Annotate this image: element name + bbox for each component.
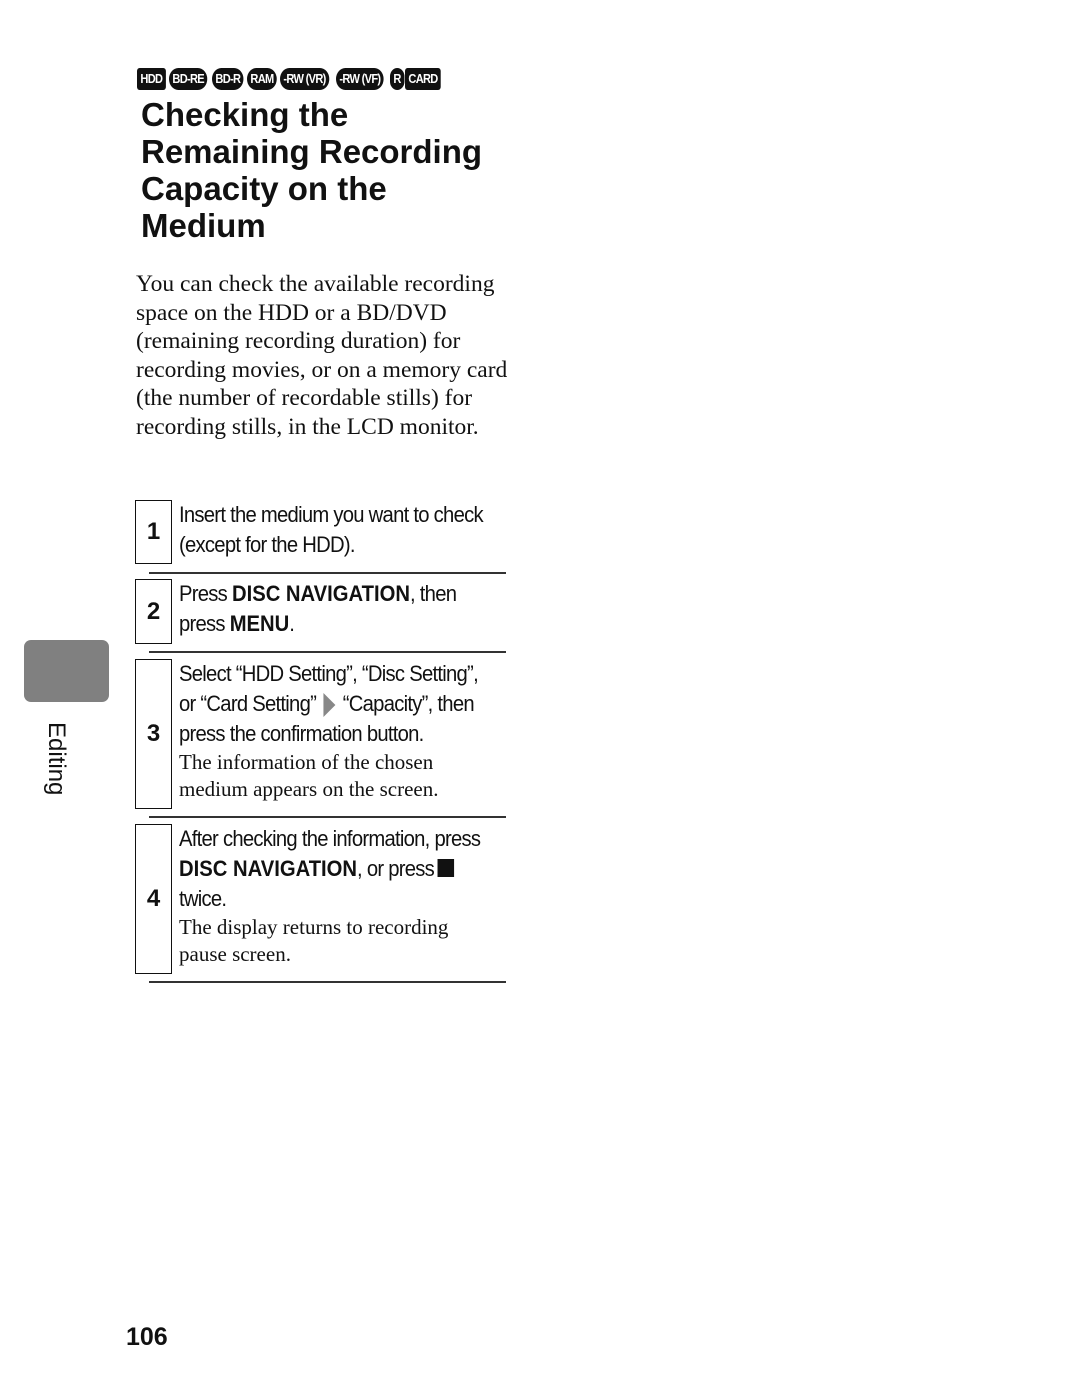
section-tab bbox=[24, 640, 109, 702]
text: , or press bbox=[357, 856, 435, 881]
step-instruction: press MENU. bbox=[179, 609, 483, 639]
step-body: Press DISC NAVIGATION, then press MENU. bbox=[179, 579, 509, 639]
title-line: Capacity on the bbox=[141, 170, 387, 207]
step-note: The information of the chosen medium app… bbox=[179, 750, 439, 801]
step-instruction: Insert the medium you want to check bbox=[179, 502, 484, 527]
step-instruction: DISC NAVIGATION, or press bbox=[179, 854, 483, 884]
text: . bbox=[289, 611, 295, 636]
step-instruction: After checking the information, press bbox=[179, 826, 481, 851]
step-number: 2 bbox=[135, 579, 172, 644]
title-line: Medium bbox=[141, 207, 266, 244]
media-badge-hdd: HDD bbox=[137, 68, 166, 90]
step-divider bbox=[149, 981, 506, 983]
text: , then bbox=[410, 581, 457, 606]
text: “Capacity”, then bbox=[342, 691, 475, 716]
step-divider bbox=[149, 651, 506, 653]
media-badge-rw-vr: -RW (VR) bbox=[280, 68, 330, 90]
arrow-right-icon bbox=[323, 693, 336, 718]
stop-icon bbox=[437, 859, 455, 877]
media-badge-bd-r: BD-R bbox=[211, 68, 244, 90]
page-number: 106 bbox=[126, 1323, 168, 1351]
media-badge-rw-vf: -RW (VF) bbox=[336, 68, 384, 90]
media-badge-bd-re: BD-RE bbox=[168, 68, 208, 90]
page-title: Checking the Remaining Recording Capacit… bbox=[141, 96, 482, 244]
step-number: 4 bbox=[135, 824, 172, 974]
step-body: After checking the information, press DI… bbox=[179, 824, 509, 968]
media-badge-ram: RAM bbox=[247, 68, 278, 90]
step-instruction: twice. bbox=[179, 886, 227, 911]
step-divider bbox=[149, 816, 506, 818]
button-name-disc-navigation: DISC NAVIGATION bbox=[231, 581, 411, 606]
button-name-menu: MENU bbox=[229, 611, 290, 636]
step-number: 3 bbox=[135, 659, 172, 809]
step-number: 1 bbox=[135, 500, 172, 564]
media-badge-r: R bbox=[390, 68, 405, 90]
step-instruction: or “Card Setting” “Capacity”, then bbox=[179, 689, 483, 719]
media-badge-card: CARD bbox=[404, 68, 441, 90]
step-body: Insert the medium you want to check (exc… bbox=[179, 500, 509, 560]
title-line: Remaining Recording bbox=[141, 133, 483, 170]
step-instruction: press the confirmation button. bbox=[179, 721, 424, 746]
section-label: Editing bbox=[43, 722, 70, 796]
intro-paragraph: You can check the available recording sp… bbox=[136, 271, 508, 440]
step-divider bbox=[149, 572, 506, 574]
step-instruction: Select “HDD Setting”, “Disc Setting”, bbox=[179, 661, 479, 686]
step-instruction: Press DISC NAVIGATION, then bbox=[179, 579, 483, 609]
button-name-disc-navigation: DISC NAVIGATION bbox=[179, 856, 358, 881]
title-line: Checking the bbox=[141, 96, 349, 133]
text: Press bbox=[179, 581, 232, 606]
text: or “Card Setting” bbox=[179, 691, 317, 716]
text: press bbox=[179, 611, 230, 636]
step-instruction: (except for the HDD). bbox=[179, 532, 355, 557]
step-note: The display returns to recording pause s… bbox=[179, 915, 449, 966]
media-compatibility-badges: HDD BD-RE BD-R RAM -RW (VR) -RW (VF) R C… bbox=[137, 68, 442, 90]
step-body: Select “HDD Setting”, “Disc Setting”, or… bbox=[179, 659, 509, 803]
